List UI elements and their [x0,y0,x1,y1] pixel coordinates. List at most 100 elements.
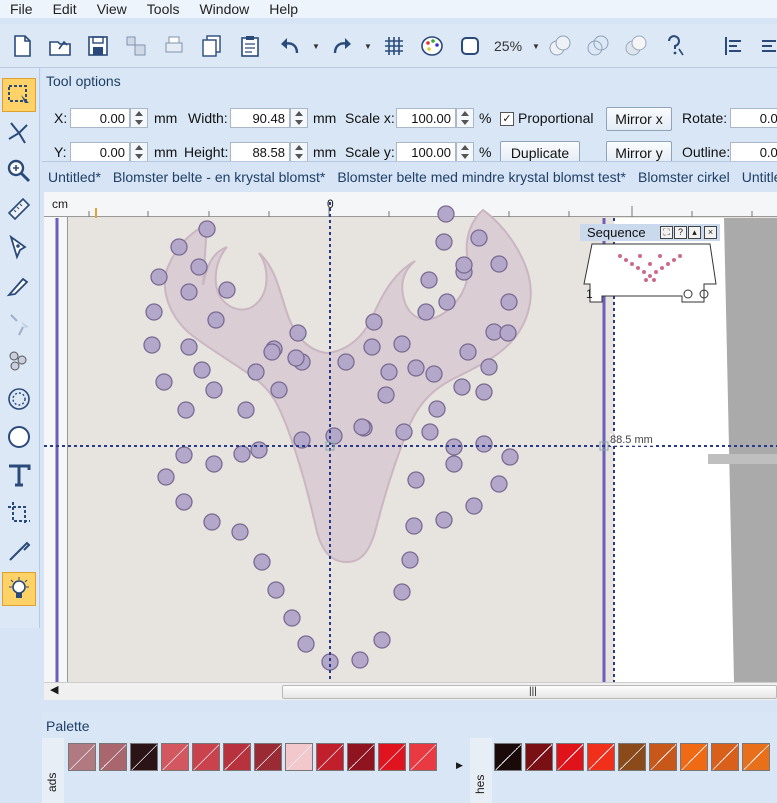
palette-icon[interactable] [418,32,446,60]
mirror-y-button[interactable]: Mirror y [606,141,672,161]
y-stepper[interactable] [130,142,148,161]
text-tool-icon[interactable] [2,458,36,492]
menu-edit[interactable]: Edit [43,1,87,17]
palette-swatch[interactable] [68,743,96,771]
palette-swatch[interactable] [130,743,158,771]
tab-untitled[interactable]: Untitled* [42,169,107,185]
scroll-left-icon[interactable]: ◀ [50,683,58,696]
y-field[interactable]: 0.00 [70,142,130,161]
width-field[interactable]: 90.48 [230,108,290,128]
light-bulb-tool-icon[interactable] [2,572,36,606]
palette-swatch[interactable] [99,743,127,771]
sequence-close-icon[interactable]: × [704,226,717,239]
menu-tools[interactable]: Tools [137,1,190,17]
select-tool-icon[interactable] [2,78,36,112]
zoom-tool-icon[interactable] [2,154,36,188]
paste-icon[interactable] [236,32,264,60]
width-stepper[interactable] [290,108,308,128]
open-file-icon[interactable] [46,32,74,60]
tab-blomster-belte-en[interactable]: Blomster belte - en krystal blomst* [107,169,331,185]
palette-swatch[interactable] [254,743,282,771]
palette-swatch[interactable] [494,743,522,771]
zoom-dropdown-icon[interactable]: ▼ [532,42,540,51]
zoom-level[interactable]: 25% [494,38,522,54]
save-icon[interactable] [84,32,112,60]
tab-blomster-cirkel[interactable]: Blomster cirkel [632,169,736,185]
horizontal-scrollbar[interactable]: ◀ ||| [44,682,777,700]
mirror-x-button[interactable]: Mirror x [606,107,672,131]
ellipse-tool-icon[interactable] [2,420,36,454]
scrollbar-thumb[interactable]: ||| [282,685,777,699]
weld-icon[interactable] [546,32,574,60]
design-canvas[interactable]: cm 0 88.5 mm Sequence ⛶ ? ▴ × 1 [44,192,777,682]
palette-side-tab-right[interactable]: hes [470,738,492,803]
height-label: Height: [184,144,229,160]
menu-file[interactable]: File [0,1,43,17]
frame-icon[interactable] [456,32,484,60]
palette-swatch[interactable] [649,743,677,771]
redo-icon[interactable] [328,32,356,60]
help-icon[interactable] [660,32,688,60]
palette-swatch[interactable] [711,743,739,771]
sequence-collapse-icon[interactable]: ▴ [688,226,701,239]
scalex-field[interactable]: 100.00 [396,108,456,128]
palette-swatch[interactable] [192,743,220,771]
palette-swatch[interactable] [525,743,553,771]
intersect-icon[interactable] [584,32,612,60]
document-tabs: Untitled* Blomster belte - en krystal bl… [42,164,777,190]
knife-tool-icon[interactable] [2,268,36,302]
scaley-stepper[interactable] [456,142,474,161]
rotate-field[interactable]: 0.00 [730,108,777,128]
proportional-checkbox[interactable]: ✓ [500,112,514,126]
menu-window[interactable]: Window [189,1,259,17]
sequence-help-icon[interactable]: ? [674,226,687,239]
sequence-thumbnail[interactable] [580,242,720,308]
eyedropper-tool-icon[interactable] [2,534,36,568]
palette-swatch[interactable] [285,743,313,771]
redo-dropdown-icon[interactable]: ▼ [364,42,372,51]
palette-swatch[interactable] [223,743,251,771]
height-field[interactable]: 88.58 [230,142,290,161]
palette-swatch[interactable] [409,743,437,771]
palette-swatch[interactable] [742,743,770,771]
scalex-stepper[interactable] [456,108,474,128]
palette-swatch[interactable] [680,743,708,771]
x-field[interactable]: 0.00 [70,108,130,128]
pen-tool-icon[interactable] [2,230,36,264]
palette-side-tab-left[interactable]: ads [42,738,64,803]
palette-swatch[interactable] [618,743,646,771]
copy-icon[interactable] [198,32,226,60]
palette-swatch[interactable] [347,743,375,771]
duplicate-button[interactable]: Duplicate [500,141,580,161]
grid-icon[interactable] [380,32,408,60]
menu-help[interactable]: Help [259,1,308,17]
menu-view[interactable]: View [87,1,137,17]
align-left-icon[interactable] [720,32,748,60]
undo-icon[interactable] [276,32,304,60]
crop-tool-icon[interactable] [2,496,36,530]
x-stepper[interactable] [130,108,148,128]
sequence-expand-icon[interactable]: ⛶ [660,226,673,239]
palette-swatch[interactable] [161,743,189,771]
palette-swatch[interactable] [378,743,406,771]
import-icon[interactable] [122,32,150,60]
tab-blomster-belte-mindre[interactable]: Blomster belte med mindre krystal blomst… [331,169,632,185]
contour-tool-icon[interactable] [2,382,36,416]
undo-dropdown-icon[interactable]: ▼ [312,42,320,51]
palette-swatch[interactable] [556,743,584,771]
tab-untitled-2[interactable]: Untitled [736,169,777,185]
rhinestone-fill-tool-icon[interactable] [2,344,36,378]
node-edit-tool-icon[interactable] [2,116,36,150]
subtract-icon[interactable] [622,32,650,60]
scaley-field[interactable]: 100.00 [396,142,456,161]
measure-tool-icon[interactable] [2,192,36,226]
palette-more-icon[interactable]: ▶ [456,760,463,771]
height-stepper[interactable] [290,142,308,161]
transform-tool-icon[interactable] [2,306,36,340]
palette-swatch[interactable] [587,743,615,771]
align-center-icon[interactable] [756,32,777,60]
palette-swatch[interactable] [316,743,344,771]
outline-field[interactable]: 0.00 [730,142,777,161]
new-file-icon[interactable] [8,32,36,60]
print-icon[interactable] [160,32,188,60]
